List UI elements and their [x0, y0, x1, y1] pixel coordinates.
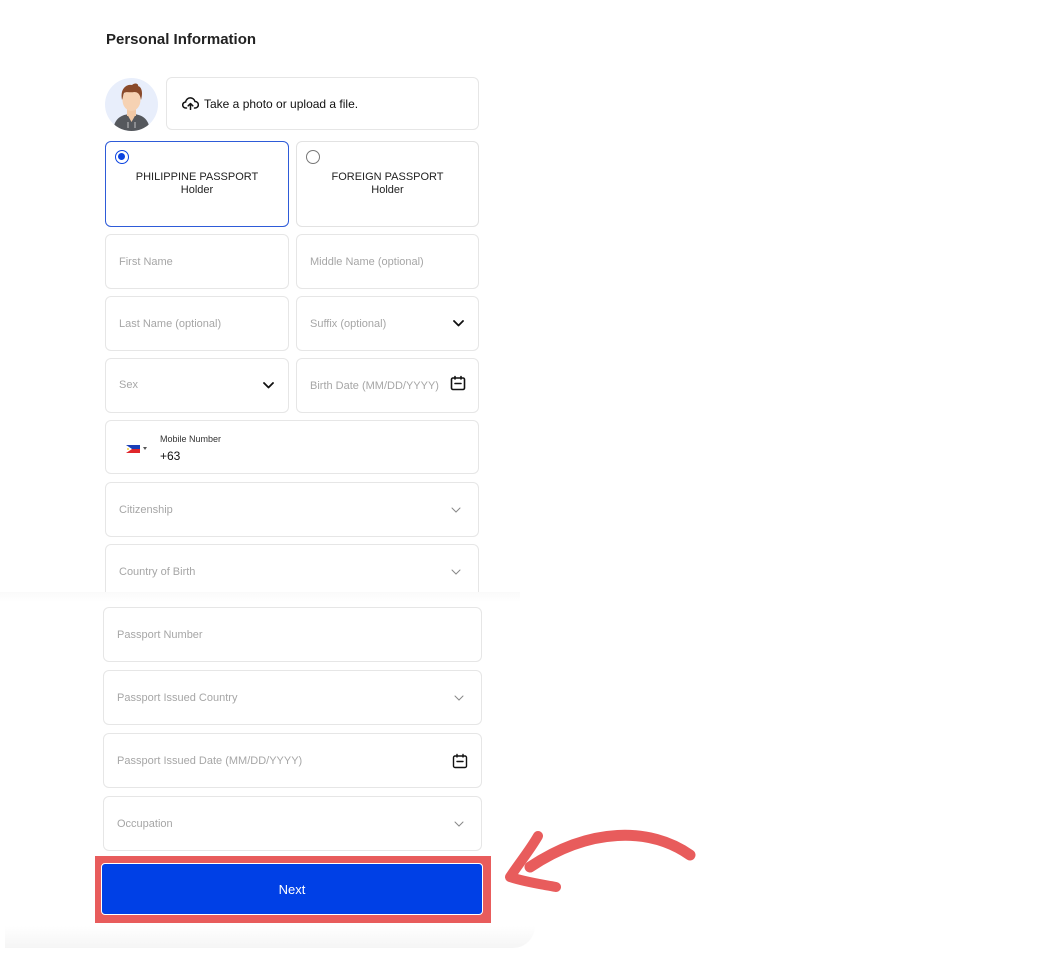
radio-foreign-passport[interactable]: [306, 150, 320, 164]
middle-name-placeholder: Middle Name (optional): [310, 255, 424, 268]
upload-label: Take a photo or upload a file.: [204, 96, 359, 111]
passport-number-input[interactable]: Passport Number: [103, 607, 482, 662]
option-title: PHILIPPINE PASSPORT: [135, 171, 259, 183]
passport-issued-date-input[interactable]: Passport Issued Date (MM/DD/YYYY): [103, 733, 482, 788]
citizenship-placeholder: Citizenship: [119, 503, 173, 516]
philippines-flag-icon[interactable]: [126, 445, 140, 453]
avatar-placeholder-icon: [113, 83, 150, 131]
calendar-icon[interactable]: [450, 375, 466, 391]
last-name-input[interactable]: Last Name (optional): [105, 296, 289, 351]
mobile-number-value[interactable]: +63: [160, 449, 180, 463]
birth-date-input[interactable]: Birth Date (MM/DD/YYYY): [296, 358, 479, 413]
sex-placeholder: Sex: [119, 379, 138, 391]
sex-select[interactable]: Sex: [105, 358, 289, 413]
calendar-icon[interactable]: [452, 753, 468, 769]
suffix-select[interactable]: Suffix (optional): [296, 296, 479, 351]
radio-philippine-passport[interactable]: [115, 150, 129, 164]
chevron-down-icon[interactable]: [263, 382, 274, 389]
upload-photo-button[interactable]: Take a photo or upload a file.: [166, 77, 479, 130]
cloud-upload-icon: [182, 97, 199, 110]
mobile-number-input[interactable]: Mobile Number +63: [105, 420, 479, 474]
chevron-down-icon[interactable]: [454, 821, 464, 827]
chevron-down-icon[interactable]: [454, 695, 464, 701]
option-subtitle: Holder: [371, 184, 404, 196]
option-title: FOREIGN PASSPORT: [331, 171, 444, 183]
passport-issued-country-placeholder: Passport Issued Country: [117, 691, 238, 704]
chevron-down-icon[interactable]: [453, 320, 464, 327]
annotation-arrow-icon: [505, 829, 696, 892]
page-title: Personal Information: [106, 31, 257, 48]
foreign-passport-option[interactable]: FOREIGN PASSPORT Holder: [296, 141, 479, 227]
screenshot-seam: [0, 592, 520, 602]
occupation-placeholder: Occupation: [117, 817, 173, 830]
avatar: [105, 78, 158, 131]
occupation-select[interactable]: Occupation: [103, 796, 482, 851]
birth-date-placeholder: Birth Date (MM/DD/YYYY): [310, 379, 439, 392]
country-of-birth-placeholder: Country of Birth: [119, 565, 196, 578]
next-button[interactable]: Next: [101, 863, 483, 915]
chevron-down-icon[interactable]: [451, 507, 461, 513]
last-name-placeholder: Last Name (optional): [119, 317, 222, 330]
option-subtitle: Holder: [180, 184, 214, 196]
passport-issued-date-placeholder: Passport Issued Date (MM/DD/YYYY): [117, 754, 303, 767]
first-name-input[interactable]: First Name: [105, 234, 289, 289]
first-name-placeholder: First Name: [119, 255, 173, 268]
screenshot-bottom-shadow: [5, 926, 535, 948]
country-dropdown-caret-icon[interactable]: [143, 447, 147, 450]
philippine-passport-option[interactable]: PHILIPPINE PASSPORT Holder: [105, 141, 289, 227]
citizenship-select[interactable]: Citizenship: [105, 482, 479, 537]
chevron-down-icon[interactable]: [451, 569, 461, 575]
middle-name-input[interactable]: Middle Name (optional): [296, 234, 479, 289]
passport-number-placeholder: Passport Number: [117, 628, 203, 641]
passport-issued-country-select[interactable]: Passport Issued Country: [103, 670, 482, 725]
suffix-placeholder: Suffix (optional): [310, 317, 387, 330]
country-of-birth-select[interactable]: Country of Birth: [105, 544, 479, 599]
mobile-number-label: Mobile Number: [160, 434, 222, 444]
